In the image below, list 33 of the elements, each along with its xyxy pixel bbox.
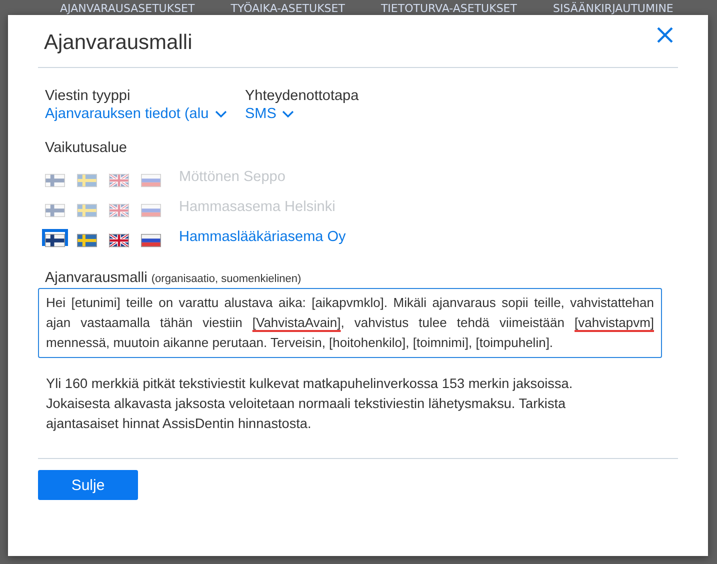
close-button[interactable]: Sulje bbox=[38, 470, 138, 500]
tab[interactable]: SISÄÄNKIRJAUTUMINE bbox=[552, 2, 674, 15]
close-button[interactable] bbox=[656, 25, 676, 45]
field-label: Viestin tyyppi bbox=[45, 88, 132, 104]
flag-icon bbox=[77, 232, 97, 248]
tab[interactable]: AJANVARAUSASETUKSET bbox=[60, 2, 195, 15]
tab[interactable]: TYÖAIKA-ASETUKSET bbox=[230, 2, 345, 15]
flag-button[interactable] bbox=[42, 228, 68, 246]
template-field[interactable]: Hei [etunimi] teille on varattu alustava aika: [aikapvmklo]. Mikäli ajanvaraus sopii teille, vahvistattehan ajan vastaamalla tähän viestiin [VahvistaAvain], vahvistus tulee tehdä viimeistään [vahvistapvm] mennessä, muutoin aikanne perutaan. Terveisin, [hoitohenkilo], [toimnimi], [toimpuhelin]. bbox=[38, 288, 662, 358]
section-label: Vaikutusalue bbox=[45, 140, 128, 156]
flag-icon bbox=[141, 232, 161, 248]
flag-icon bbox=[141, 202, 161, 218]
field-label: Ajanvarausmalli bbox=[45, 270, 148, 286]
flag-icon bbox=[45, 202, 65, 218]
dialog-title: Ajanvarausmalli bbox=[43, 31, 192, 55]
field-note: (organisaatio, suomenkielinen) bbox=[151, 273, 302, 285]
close-icon bbox=[656, 26, 674, 44]
field-label: Yhteydenottotapa bbox=[245, 88, 359, 104]
scope-name[interactable]: Hammaslääkäriasema Oy bbox=[179, 229, 346, 245]
flag-icon bbox=[109, 232, 129, 248]
chevron-down-icon bbox=[214, 110, 227, 118]
flag-icon bbox=[45, 232, 65, 248]
chevron-down-icon bbox=[282, 110, 294, 118]
flag-icon bbox=[77, 172, 97, 188]
dropdown[interactable]: Ajanvarauksen tiedot (alu bbox=[45, 106, 233, 122]
dropdown[interactable]: SMS bbox=[245, 106, 359, 122]
flag-icon bbox=[77, 202, 97, 218]
info-text: Yli 160 merkkiä pitkät tekstiviestit kulkevat matkapuhelinverkossa 153 merkin jaksoissa. Jokaisesta alkavasta jaksosta veloitetaan normaali tekstiviestin lähetysmaksu. Tarkista ajantasaiset hinnat AssisDentin hinnastosta. bbox=[46, 375, 574, 433]
flag-icon bbox=[141, 172, 161, 188]
flag-icon bbox=[45, 172, 65, 188]
tab[interactable]: TIETOTURVA-ASETUKSET bbox=[380, 2, 517, 15]
flag-icon bbox=[109, 202, 129, 218]
flag-icon bbox=[109, 172, 129, 188]
